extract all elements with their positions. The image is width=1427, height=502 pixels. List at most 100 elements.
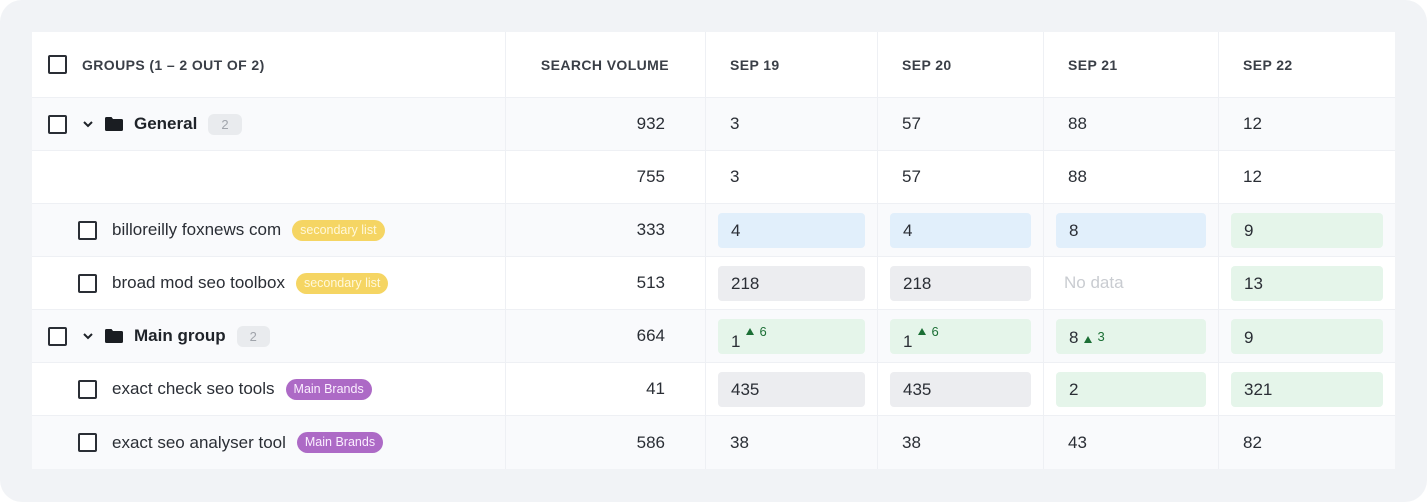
search-volume-value: 333: [636, 220, 665, 239]
rank-chip[interactable]: 13: [1231, 266, 1383, 301]
no-data-label: No data: [1064, 273, 1124, 292]
chevron-down-icon[interactable]: [81, 117, 95, 131]
rank-cell: 2: [1044, 363, 1219, 415]
rank-cell: 12: [1219, 98, 1395, 150]
rank-cell: 4: [706, 204, 878, 256]
delta-value: 6: [931, 324, 939, 339]
header-date-1[interactable]: SEP 19: [706, 32, 878, 97]
rank-cell: 43: [1044, 416, 1219, 469]
rank-cell: 218: [878, 257, 1044, 309]
search-volume-value: 755: [636, 167, 665, 186]
delta-value: 3: [1097, 329, 1105, 344]
rank-cell: 12: [1219, 151, 1395, 203]
rank-chip[interactable]: 2: [1056, 372, 1206, 407]
rank-cell: 435: [706, 363, 878, 415]
rank-chip[interactable]: 321: [1231, 372, 1383, 407]
rank-delta: 3: [1084, 329, 1105, 347]
subtotal-row: 755 3 57 88 12: [32, 151, 1395, 204]
keyword-cell: broad mod seo toolbox secondary list: [32, 257, 506, 309]
rank-value: 12: [1243, 114, 1262, 133]
rank-value: 57: [902, 167, 921, 186]
delta-value: 6: [759, 324, 767, 339]
rank-delta: 6: [746, 324, 767, 339]
search-volume-value: 41: [646, 379, 665, 398]
row-checkbox[interactable]: [78, 379, 97, 399]
search-volume-header-label: SEARCH VOLUME: [540, 56, 669, 73]
rank-chip[interactable]: 1 6: [718, 319, 865, 354]
search-volume-cell: 41: [506, 363, 706, 415]
keyword-row[interactable]: billoreilly foxnews com secondary list 3…: [32, 204, 1395, 257]
rank-chip[interactable]: 9: [1231, 319, 1383, 354]
tag-badge[interactable]: Main Brands: [285, 378, 372, 400]
header-date-2[interactable]: SEP 20: [878, 32, 1044, 97]
rank-cell: 38: [878, 416, 1044, 469]
rank-value: 43: [1068, 432, 1087, 452]
rank-cell: 218: [706, 257, 878, 309]
rank-value: 8: [1069, 328, 1079, 347]
rank-chip[interactable]: 435: [890, 372, 1031, 407]
keyword-name[interactable]: billoreilly foxnews com: [112, 220, 281, 240]
rank-value: 88: [1068, 114, 1087, 133]
empty-cell: [32, 151, 506, 203]
rank-delta: 6: [918, 324, 939, 339]
chevron-down-icon[interactable]: [81, 329, 95, 343]
folder-icon: [105, 117, 123, 131]
rank-cell: 3: [706, 98, 878, 150]
folder-icon: [105, 329, 123, 343]
keyword-name[interactable]: broad mod seo toolbox: [112, 273, 285, 293]
date-label: SEP 20: [902, 56, 952, 73]
row-checkbox[interactable]: [78, 220, 97, 240]
rank-cell: 1 6: [706, 310, 878, 362]
rank-value: 9: [1244, 328, 1254, 347]
rank-cell: 8: [1044, 204, 1219, 256]
rank-value: 1: [731, 332, 741, 351]
rank-cell: 1 6: [878, 310, 1044, 362]
keyword-row[interactable]: exact check seo tools Main Brands 41 435…: [32, 363, 1395, 416]
rank-cell: 88: [1044, 151, 1219, 203]
rank-value: 38: [902, 432, 921, 452]
rank-chip[interactable]: 1 6: [890, 319, 1031, 354]
keyword-cell: billoreilly foxnews com secondary list: [32, 204, 506, 256]
keyword-name[interactable]: exact check seo tools: [112, 379, 275, 399]
rank-chip[interactable]: 8 3: [1056, 319, 1206, 354]
rank-cell: 3: [706, 151, 878, 203]
rank-value: 1: [903, 332, 913, 351]
header-search-volume[interactable]: SEARCH VOLUME: [506, 32, 706, 97]
groups-header-label: GROUPS (1 – 2 OUT OF 2): [82, 56, 265, 73]
header-date-3[interactable]: SEP 21: [1044, 32, 1219, 97]
tag-badge[interactable]: secondary list: [292, 219, 385, 241]
rank-cell: 4: [878, 204, 1044, 256]
header-date-4[interactable]: SEP 22: [1219, 32, 1395, 97]
rank-chip[interactable]: 218: [890, 266, 1031, 301]
rank-chip[interactable]: 435: [718, 372, 865, 407]
rank-value: 12: [1243, 167, 1262, 186]
group-row-general[interactable]: General 2 932 3 57 88 12: [32, 98, 1395, 151]
rank-cell: 9: [1219, 310, 1395, 362]
search-volume-cell: 932: [506, 98, 706, 150]
rank-chip[interactable]: 4: [718, 213, 865, 248]
search-volume-value: 586: [636, 432, 665, 452]
row-checkbox[interactable]: [78, 273, 97, 293]
search-volume-cell: 586: [506, 416, 706, 469]
rank-cell: 13: [1219, 257, 1395, 309]
keyword-row[interactable]: exact seo analyser tool Main Brands 586 …: [32, 416, 1395, 469]
rank-cell: 57: [878, 151, 1044, 203]
count-badge: 2: [236, 325, 270, 347]
tag-badge[interactable]: secondary list: [295, 272, 389, 294]
keyword-name[interactable]: exact seo analyser tool: [112, 433, 286, 453]
group-row-main-group[interactable]: Main group 2 664 1 6 1 6 8 3 9: [32, 310, 1395, 363]
select-all-checkbox[interactable]: [48, 55, 67, 74]
rank-chip[interactable]: 8: [1056, 213, 1206, 248]
rank-chip[interactable]: 218: [718, 266, 865, 301]
rank-chip[interactable]: 4: [890, 213, 1031, 248]
row-checkbox[interactable]: [48, 114, 67, 134]
keyword-row[interactable]: broad mod seo toolbox secondary list 513…: [32, 257, 1395, 310]
rank-cell: 38: [706, 416, 878, 469]
group-name[interactable]: Main group: [134, 326, 226, 346]
tag-badge[interactable]: Main Brands: [296, 432, 384, 453]
group-name[interactable]: General: [134, 114, 197, 134]
rank-chip[interactable]: 9: [1231, 213, 1383, 248]
row-checkbox[interactable]: [78, 433, 97, 452]
row-checkbox[interactable]: [48, 326, 67, 346]
rank-value: 82: [1243, 432, 1262, 452]
